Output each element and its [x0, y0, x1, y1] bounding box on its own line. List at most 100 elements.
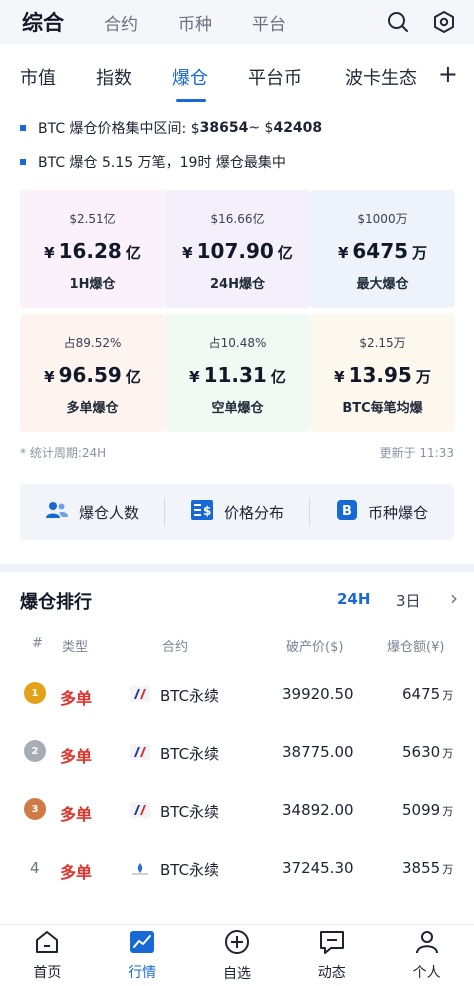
top-tab-币种[interactable]: 币种 [178, 10, 212, 35]
amount-value: 5630 [402, 743, 441, 761]
hexagon-settings-icon[interactable] [430, 8, 458, 36]
currency-symbol: ¥ [337, 244, 349, 262]
silver-medal-icon: 2 [24, 740, 46, 762]
col-contract: 合约 [162, 640, 189, 655]
price-range-sep: ~ $ [248, 120, 274, 136]
currency-symbol: ¥ [334, 368, 345, 386]
period-3d[interactable]: 3日 [396, 590, 421, 611]
card-label: 1H爆仓 [69, 277, 116, 292]
sub-tabs: 市值 指数 爆仓 平台币 波卡生态 + [0, 44, 474, 104]
stat-period: * 统计周期:24H [20, 446, 107, 460]
amount-unit: 万 [442, 689, 454, 702]
col-liquidation-amount[interactable]: 爆仓额(¥) [387, 636, 444, 655]
card-24h-liquidation[interactable]: $16.66亿 ¥107.90 亿 24H爆仓 [165, 190, 310, 308]
card-label: 多单爆仓 [66, 401, 119, 416]
plus-icon[interactable]: + [438, 60, 458, 88]
card-sub: $16.66亿 [210, 212, 265, 226]
nav-label: 自选 [222, 965, 251, 982]
card-value: ¥11.31 亿 [165, 363, 310, 387]
nav-market[interactable]: 行情 [95, 925, 190, 986]
card-label: 最大爆仓 [356, 277, 409, 292]
value-number: 96.59 [58, 363, 122, 387]
card-value: ¥107.90 亿 [165, 239, 310, 263]
value-unit: 万 [412, 244, 428, 262]
value-number: 13.95 [348, 363, 412, 387]
sub-tab-市值[interactable]: 市值 [20, 64, 56, 90]
sub-tab-爆仓[interactable]: 爆仓 [172, 64, 208, 90]
price-range-info: BTC 爆仓价格集中区间: $38654 ~ $42408 [20, 118, 322, 138]
shortcut-coin-liquidation[interactable]: B 币种爆仓 [310, 499, 454, 525]
top-nav: 综合 合约 币种 平台 [0, 0, 474, 44]
currency-symbol: ¥ [44, 244, 55, 262]
table-row[interactable]: 3 多单 BTC永续 34892.00 5099 万 [0, 782, 474, 840]
top-tab-合约[interactable]: 合约 [104, 10, 138, 35]
card-sub: $2.15万 [359, 336, 406, 350]
card-sub: 占89.52% [63, 336, 122, 350]
col-bankrupt-price[interactable]: 破产价($) [286, 636, 343, 655]
col-rank: # [32, 636, 43, 651]
nav-watchlist[interactable]: 自选 [190, 925, 285, 986]
chevron-right-icon[interactable]: › [450, 586, 458, 610]
message-icon [319, 930, 345, 958]
sub-tab-指数[interactable]: 指数 [96, 64, 132, 90]
price-range-low: 38654 [199, 120, 249, 136]
liquidation-amount: 5630 万 [402, 743, 453, 761]
value-number: 16.28 [58, 239, 122, 263]
card-value: ¥96.59 亿 [20, 363, 165, 387]
card-label: BTC每笔均爆 [342, 401, 423, 416]
card-value: ¥13.95 万 [310, 363, 455, 387]
table-row[interactable]: 1 多单 BTC永续 39920.50 6475 万 [0, 666, 474, 724]
value-number: 11.31 [203, 363, 267, 387]
card-max-liquidation[interactable]: $1000万 ¥6475 万 最大爆仓 [310, 190, 455, 308]
card-label: 空单爆仓 [211, 401, 264, 416]
card-btc-avg-liquidation[interactable]: $2.15万 ¥13.95 万 BTC每笔均爆 [310, 314, 455, 432]
search-icon[interactable] [384, 8, 412, 36]
position-type: 多单 [60, 747, 93, 766]
card-1h-liquidation[interactable]: $2.51亿 ¥16.28 亿 1H爆仓 [20, 190, 165, 308]
value-number: 107.90 [196, 239, 274, 263]
contract-name: BTC永续 [160, 803, 220, 821]
amount-unit: 万 [442, 863, 454, 876]
exchange-logo-icon [130, 744, 150, 760]
shortcut-liquidation-users[interactable]: 爆仓人数 [20, 500, 164, 524]
bronze-medal-icon: 3 [24, 798, 46, 820]
chart-icon [129, 930, 155, 958]
amount-value: 6475 [402, 685, 441, 703]
bankrupt-price: 37245.30 [282, 859, 354, 877]
table-row[interactable]: 2 多单 BTC永续 38775.00 5630 万 [0, 724, 474, 782]
top-tab-平台[interactable]: 平台 [252, 10, 286, 35]
nav-feed[interactable]: 动态 [284, 925, 379, 986]
shortcut-price-distribution[interactable]: $ 价格分布 [165, 499, 309, 525]
svg-text:B: B [342, 504, 352, 519]
shortcut-bar: 爆仓人数 $ 价格分布 B 币种爆仓 [20, 484, 454, 540]
amount-value: 3855 [402, 859, 441, 877]
shortcut-label: 爆仓人数 [78, 503, 139, 522]
nav-profile[interactable]: 个人 [379, 925, 474, 986]
price-range-high: 42408 [273, 120, 323, 136]
nav-home[interactable]: 首页 [0, 925, 95, 986]
nav-label: 动态 [317, 964, 346, 981]
table-row[interactable]: 4 多单 BTC永续 37245.30 3855 万 [0, 840, 474, 898]
nav-label: 个人 [412, 964, 441, 981]
amount-value: 5099 [402, 801, 441, 819]
top-tab-综合[interactable]: 综合 [22, 7, 64, 37]
sub-tab-平台币[interactable]: 平台币 [248, 64, 302, 90]
liquidation-ranking: 爆仓排行 24H 3日 › # 类型 合约 破产价($) 爆仓额(¥) 1 多单… [0, 572, 474, 924]
card-label: 24H爆仓 [210, 277, 265, 292]
card-sub: 占10.48% [208, 336, 267, 350]
nav-label: 行情 [128, 964, 157, 981]
currency-symbol: ¥ [189, 368, 200, 386]
price-distribution-icon: $ [190, 499, 214, 525]
card-short-liquidation[interactable]: 占10.48% ¥11.31 亿 空单爆仓 [165, 314, 310, 432]
value-unit: 亿 [125, 244, 141, 262]
period-24h[interactable]: 24H [337, 590, 370, 608]
bottom-nav: 首页 行情 自选 动态 个人 [0, 924, 474, 986]
contract-name: BTC永续 [160, 861, 220, 879]
contract-name: BTC永续 [160, 687, 220, 705]
sub-tab-波卡生态[interactable]: 波卡生态 [345, 64, 417, 90]
card-long-liquidation[interactable]: 占89.52% ¥96.59 亿 多单爆仓 [20, 314, 165, 432]
value-unit: 亿 [125, 368, 141, 386]
value-unit: 亿 [277, 244, 293, 262]
currency-symbol: ¥ [182, 244, 193, 262]
card-value: ¥6475 万 [310, 239, 455, 263]
